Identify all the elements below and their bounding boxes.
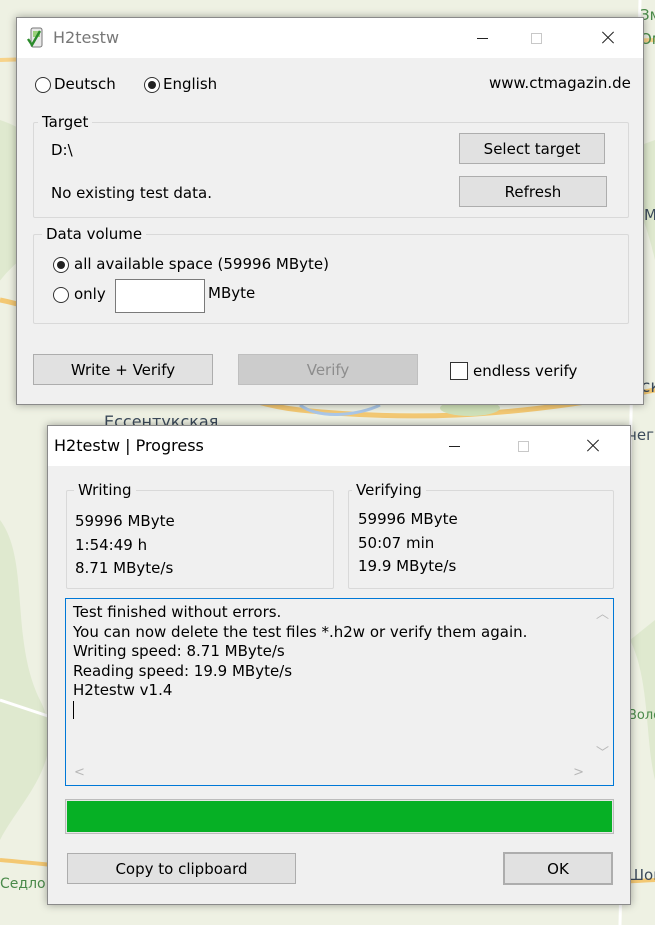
maximize-icon	[517, 440, 529, 452]
map-label: Седло	[0, 876, 46, 892]
data-volume-group: Data volume all available space (59996 M…	[33, 225, 629, 324]
maximize-button	[500, 426, 546, 466]
log-line: You can now delete the test files *.h2w …	[73, 622, 528, 641]
log-line: H2testw v1.4	[73, 681, 173, 699]
refresh-button[interactable]: Refresh	[459, 176, 607, 207]
app-icon	[27, 27, 43, 48]
website-label: www.ctmagazin.de	[489, 74, 631, 92]
map-label: Волс	[628, 708, 655, 723]
scroll-down-icon[interactable]: ﹀	[596, 742, 609, 761]
radio-only-label[interactable]: only	[74, 285, 106, 303]
maximize-icon	[530, 32, 542, 44]
close-icon	[586, 439, 600, 453]
writing-speed: 8.71 MByte/s	[75, 559, 174, 577]
progress-bar	[65, 799, 614, 834]
verify-button: Verify	[238, 354, 418, 385]
radio-all-space[interactable]	[53, 257, 69, 273]
radio-only[interactable]	[53, 287, 69, 303]
target-legend: Target	[38, 113, 93, 131]
progress-title-bar[interactable]: H2testw | Progress	[48, 426, 630, 466]
scroll-right-icon[interactable]: >	[573, 765, 584, 780]
progress-bar-fill	[67, 801, 612, 832]
scroll-left-icon[interactable]: <	[74, 765, 85, 780]
writing-group: Writing 59996 MByte 1:54:49 h 8.71 MByte…	[66, 481, 334, 589]
endless-verify-label[interactable]: endless verify	[473, 362, 577, 380]
vertical-scrollbar[interactable]: ︿ ﹀	[590, 599, 613, 763]
verifying-legend: Verifying	[352, 481, 426, 499]
horizontal-scrollbar[interactable]: < >	[66, 763, 590, 785]
writing-size: 59996 MByte	[75, 512, 175, 530]
text-cursor	[73, 700, 527, 720]
size-input[interactable]	[115, 279, 205, 313]
window-title: H2testw	[53, 28, 120, 47]
radio-english[interactable]	[144, 77, 160, 93]
scroll-up-icon[interactable]: ︿	[596, 603, 609, 622]
map-label: Шон	[628, 866, 655, 884]
log-line: Test finished without errors.	[73, 603, 282, 621]
minimize-icon	[476, 37, 488, 39]
writing-time: 1:54:49 h	[75, 536, 148, 554]
h2testw-main-window: H2testw Deutsch English www.ctmagazin.de…	[16, 17, 644, 405]
progress-window-title: H2testw | Progress	[54, 436, 204, 455]
writing-legend: Writing	[74, 481, 136, 499]
target-path: D:\	[51, 141, 73, 159]
select-target-button[interactable]: Select target	[459, 133, 605, 164]
radio-deutsch[interactable]	[35, 77, 51, 93]
close-button[interactable]	[570, 426, 616, 466]
title-bar[interactable]: H2testw	[17, 18, 643, 58]
verifying-speed: 19.9 MByte/s	[358, 557, 457, 575]
close-button[interactable]	[585, 18, 631, 58]
log-text: Test finished without errors. You can no…	[73, 603, 527, 720]
verifying-size: 59996 MByte	[358, 510, 458, 528]
size-unit-label: MByte	[208, 284, 256, 302]
log-line: Writing speed: 8.71 MByte/s	[73, 642, 285, 660]
minimize-icon	[448, 445, 460, 447]
h2testw-progress-window: H2testw | Progress Writing 59996 MByte 1…	[47, 425, 631, 905]
data-volume-legend: Data volume	[42, 225, 147, 243]
minimize-button[interactable]	[431, 426, 477, 466]
maximize-button	[513, 18, 559, 58]
endless-verify-checkbox[interactable]	[450, 362, 468, 380]
target-group: Target D:\ No existing test data. Select…	[33, 113, 629, 218]
map-label: М	[644, 206, 655, 224]
verifying-group: Verifying 59996 MByte 50:07 min 19.9 MBy…	[348, 481, 614, 589]
radio-all-space-label[interactable]: all available space (59996 MByte)	[74, 255, 329, 273]
target-status: No existing test data.	[51, 184, 212, 202]
ok-button[interactable]: OK	[503, 852, 613, 885]
result-log[interactable]: Test finished without errors. You can no…	[65, 598, 614, 786]
verifying-time: 50:07 min	[358, 534, 435, 552]
log-line: Reading speed: 19.9 MByte/s	[73, 661, 293, 680]
close-icon	[601, 31, 615, 45]
minimize-button[interactable]	[459, 18, 505, 58]
copy-to-clipboard-button[interactable]: Copy to clipboard	[67, 853, 296, 884]
map-label: чег	[628, 426, 654, 444]
radio-english-label[interactable]: English	[163, 75, 217, 93]
write-verify-button[interactable]: Write + Verify	[33, 354, 213, 385]
radio-deutsch-label[interactable]: Deutsch	[54, 75, 116, 93]
